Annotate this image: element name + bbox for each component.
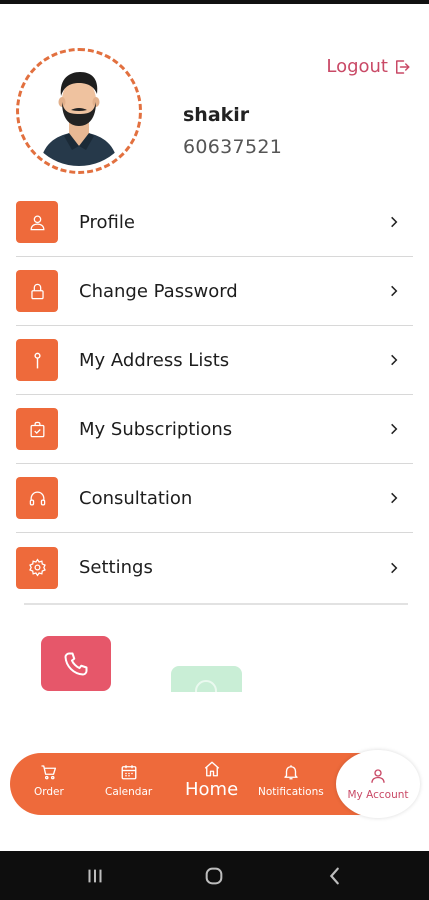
menu-label: Profile [79, 211, 135, 233]
account-menu: Profile Change Password My Address Lists… [16, 188, 413, 602]
home-icon [204, 761, 219, 777]
menu-label: My Subscriptions [79, 418, 233, 440]
nav-my-account[interactable]: My Account [336, 750, 420, 818]
user-avatar-icon [24, 56, 134, 166]
user-phone: 60637521 [183, 136, 283, 158]
menu-item-consultation[interactable]: Consultation [16, 464, 413, 533]
logout-icon [396, 59, 410, 74]
menu-label: Settings [79, 557, 153, 578]
system-nav-bar [0, 851, 429, 900]
chevron-right-icon [391, 354, 398, 366]
user-name: shakir [183, 104, 250, 126]
nav-label: My Account [347, 789, 409, 801]
user-icon [371, 769, 385, 783]
home-circle-icon[interactable] [203, 865, 225, 887]
avatar[interactable] [16, 48, 142, 174]
menu-item-settings[interactable]: Settings [16, 533, 413, 602]
menu-item-subscriptions[interactable]: My Subscriptions [16, 395, 413, 464]
menu-item-address-lists[interactable]: My Address Lists [16, 326, 413, 395]
whatsapp-button[interactable] [171, 666, 242, 692]
user-icon [16, 201, 58, 243]
chevron-right-icon [391, 285, 398, 297]
chevron-right-icon [391, 492, 398, 504]
call-button[interactable] [41, 636, 111, 691]
nav-notifications[interactable]: Notifications [258, 763, 324, 798]
subscription-bag-icon [16, 408, 58, 450]
bell-icon [284, 765, 298, 780]
lock-icon [16, 270, 58, 312]
phone-icon [64, 652, 88, 675]
menu-item-change-password[interactable]: Change Password [16, 257, 413, 326]
nav-home[interactable]: Home [185, 760, 238, 800]
cart-icon [41, 765, 56, 780]
recents-icon[interactable] [84, 865, 106, 887]
nav-label: Calendar [105, 786, 153, 798]
nav-calendar[interactable]: Calendar [105, 763, 152, 798]
menu-label: Change Password [79, 280, 238, 302]
menu-label: Consultation [79, 487, 193, 509]
nav-label: Notifications [258, 786, 324, 798]
whatsapp-icon [195, 680, 217, 692]
headphones-icon [16, 477, 58, 519]
gear-icon [16, 546, 58, 589]
chevron-right-icon [391, 562, 398, 573]
menu-label: My Address Lists [79, 349, 230, 371]
logout-button[interactable]: Logout [326, 56, 411, 77]
back-icon[interactable] [324, 865, 346, 887]
chevron-right-icon [391, 423, 398, 435]
nav-label: Home [185, 779, 239, 800]
bottom-nav: Order Calendar Home Notifications My Acc… [10, 750, 420, 818]
logout-label: Logout [326, 56, 388, 77]
nav-label: Order [34, 786, 64, 798]
calendar-icon [121, 765, 137, 780]
pin-icon [16, 339, 58, 381]
menu-item-profile[interactable]: Profile [16, 188, 413, 257]
status-bar-edge [0, 0, 429, 4]
nav-order[interactable]: Order [34, 763, 64, 798]
menu-divider [24, 603, 408, 605]
chevron-right-icon [391, 216, 398, 228]
